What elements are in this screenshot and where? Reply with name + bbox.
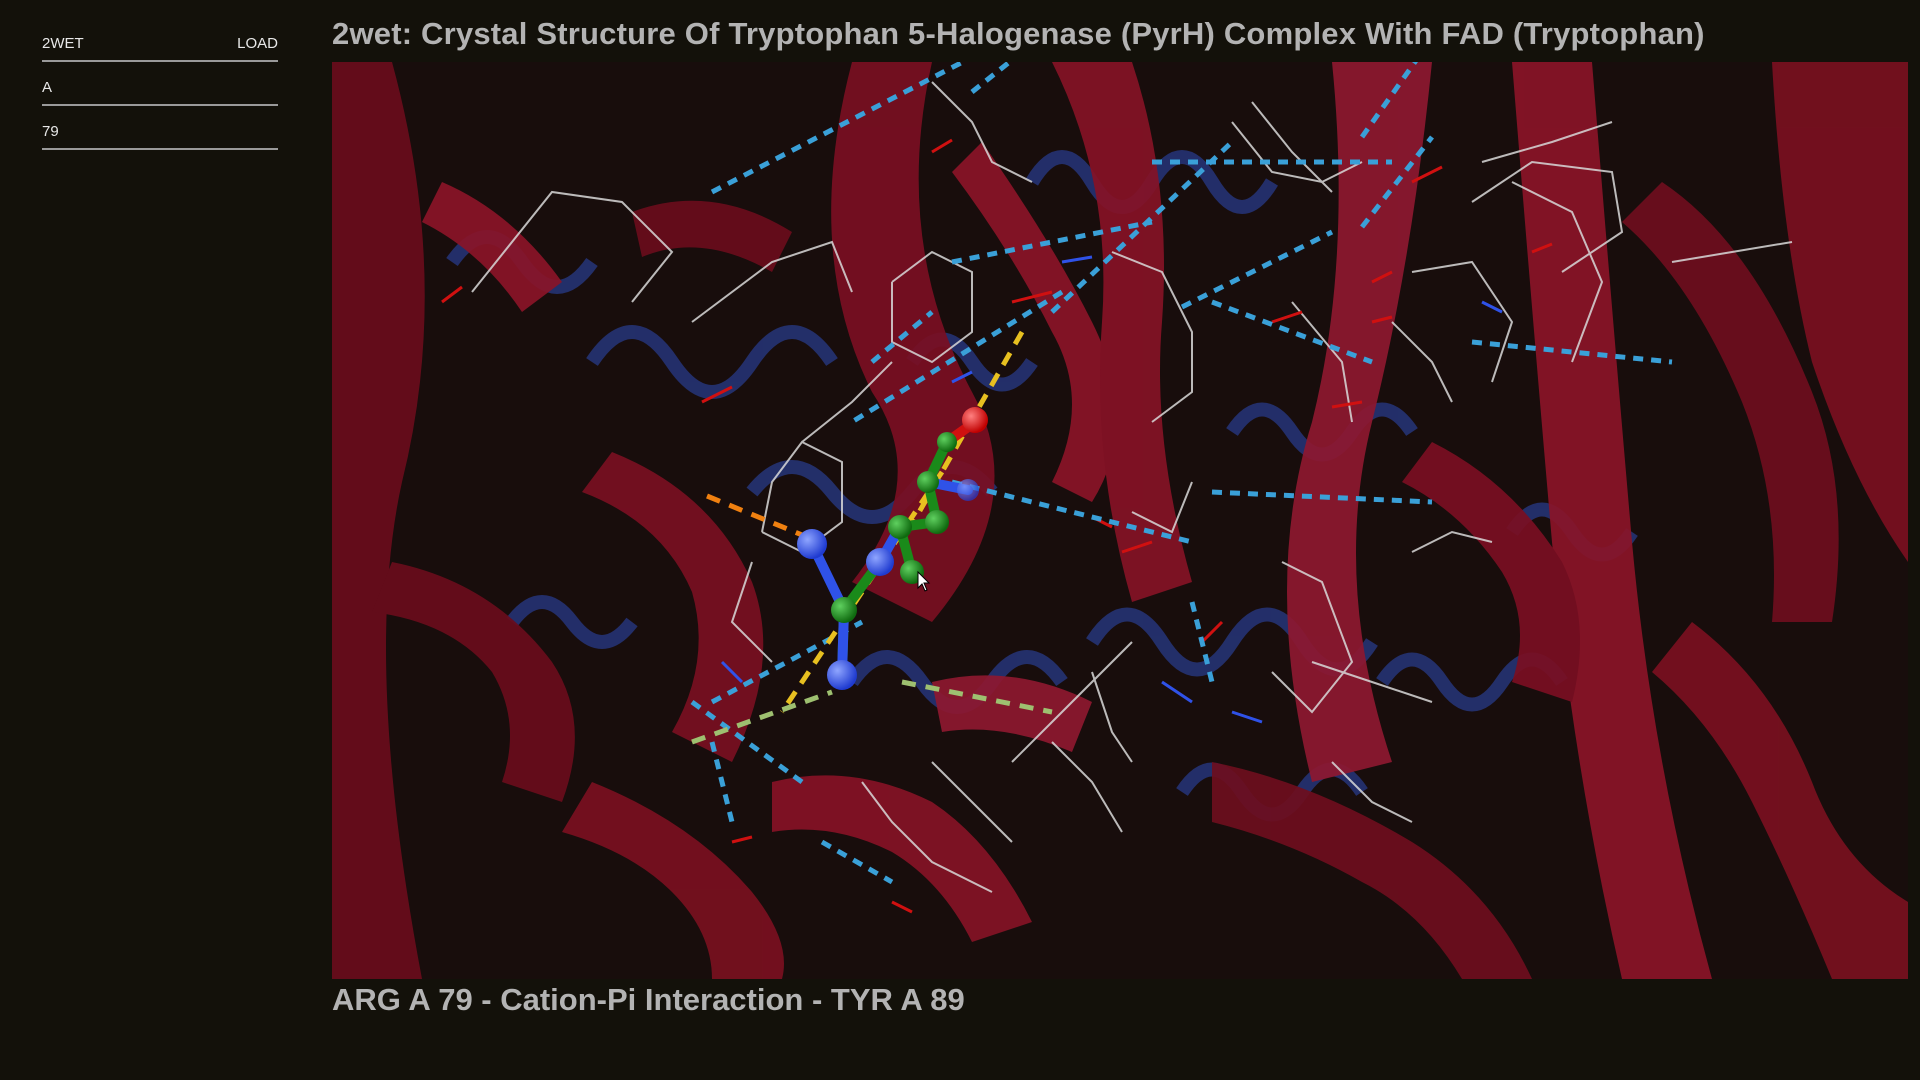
atom-nh2: [827, 660, 857, 690]
atom-c: [937, 432, 957, 452]
pdb-id-field: LOAD: [42, 20, 278, 62]
chain-input[interactable]: [42, 79, 222, 96]
atom-nh1: [797, 529, 827, 559]
residue-field: [42, 108, 278, 150]
atom-n-backbone: [957, 479, 979, 501]
load-button[interactable]: LOAD: [237, 35, 278, 52]
atom-o: [962, 407, 988, 433]
atom-ne: [866, 548, 894, 576]
sidebar: LOAD: [42, 20, 278, 152]
atom-cz: [831, 597, 857, 623]
interaction-caption: ARG A 79 - Cation-Pi Interaction - TYR A…: [332, 982, 965, 1017]
atom-cb: [925, 510, 949, 534]
atom-cd: [888, 515, 912, 539]
residue-input[interactable]: [42, 123, 222, 140]
molecule-canvas[interactable]: [332, 62, 1908, 979]
pdb-id-input[interactable]: [42, 35, 222, 52]
molecule-viewer[interactable]: [332, 62, 1908, 979]
chain-field: [42, 64, 278, 106]
page-title: 2wet: Crystal Structure Of Tryptophan 5-…: [332, 16, 1705, 51]
atom-ca: [917, 471, 939, 493]
